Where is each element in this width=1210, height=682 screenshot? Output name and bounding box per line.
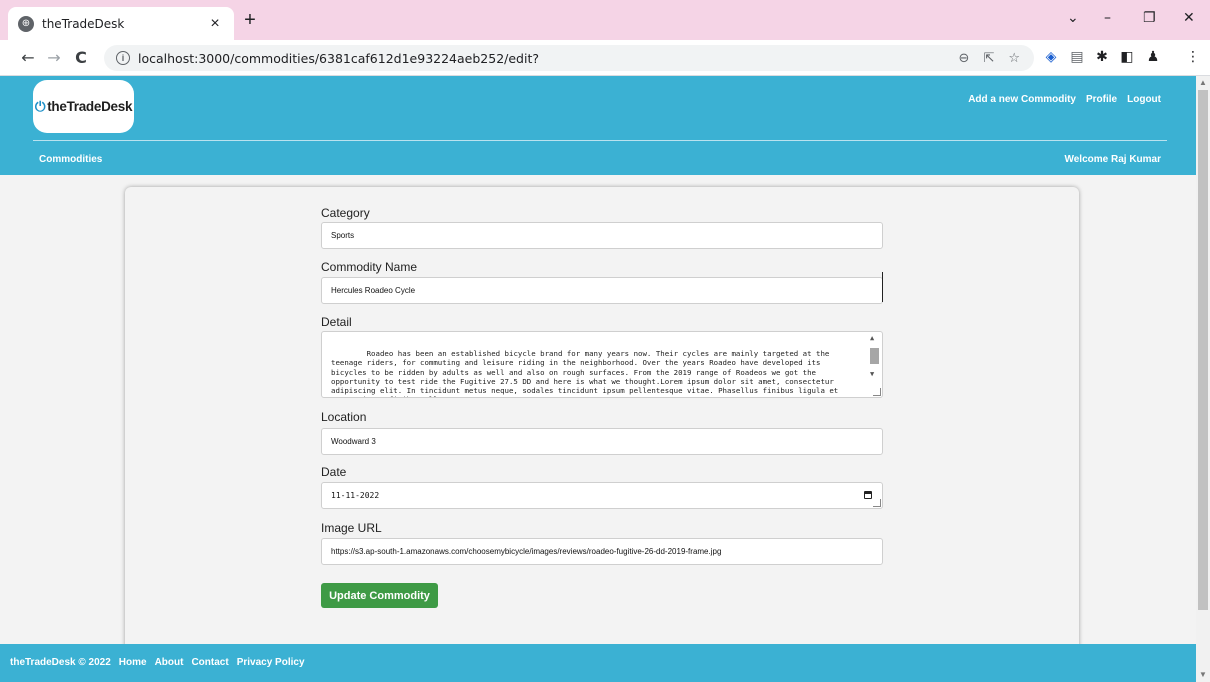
date-value: 11-11-2022 [331,491,380,500]
site-header: ⏻ theTradeDesk Add a new Commodity Profil… [0,76,1196,175]
puzzle-icon[interactable]: ✱ [1093,49,1111,65]
date-label: Date [321,465,347,479]
back-button[interactable]: ← [18,48,38,67]
location-input[interactable]: Woodward 3 [321,428,883,455]
tab-close-icon[interactable]: × [206,15,224,33]
browser-tab[interactable]: ⊕ theTradeDesk × [8,7,234,40]
footer-home-link[interactable]: Home [119,657,147,668]
date-input[interactable]: 11-11-2022 [321,482,883,509]
restore-button[interactable]: ❐ [1143,10,1156,26]
minimize-button[interactable]: – [1104,10,1111,26]
shield-extension-icon[interactable]: ◈ [1042,49,1060,65]
textarea-scrollbar[interactable]: ▲ ▼ [868,334,880,382]
share-icon[interactable]: ⇱ [983,51,994,66]
detail-textarea[interactable]: Roadeo has been an established bicycle b… [321,331,883,398]
footer-copyright: theTradeDesk © 2022 [10,657,111,668]
address-bar[interactable]: i localhost:3000/commodities/6381caf612d… [104,45,1034,71]
detail-text: Roadeo has been an established bicycle b… [331,349,839,397]
profile-link[interactable]: Profile [1086,94,1117,105]
commodity-name-label: Commodity Name [321,260,418,274]
scroll-up-icon[interactable]: ▲ [870,334,874,343]
add-commodity-link[interactable]: Add a new Commodity [968,94,1076,105]
resize-handle-icon[interactable] [873,388,881,396]
reload-button[interactable]: C [71,48,91,67]
commodities-link[interactable]: Commodities [39,154,102,165]
side-panel-icon[interactable]: ◧ [1118,49,1136,65]
page-scrollbar[interactable]: ▲ ▼ [1196,76,1210,682]
menu-kebab-icon[interactable]: ⋮ [1184,49,1202,65]
site-logo[interactable]: ⏻ theTradeDesk [33,80,134,133]
globe-icon: ⊕ [18,15,34,32]
edit-commodity-card: Category Sports Commodity Name Hercules … [125,187,1079,657]
profile-avatar-icon[interactable]: ♟ [1144,49,1162,65]
page-viewport: ⏻ theTradeDesk Add a new Commodity Profil… [0,76,1196,682]
browser-tab-strip: ⊕ theTradeDesk × + ⌄ – ❐ ✕ [0,0,1210,40]
scroll-down-arrow-icon[interactable]: ▼ [1199,670,1207,679]
bookmark-star-icon[interactable]: ☆ [1008,51,1020,66]
browser-toolbar: ← → C i localhost:3000/commodities/6381c… [0,40,1210,76]
extension-icon[interactable]: ▤ [1068,49,1086,65]
location-label: Location [321,410,367,424]
image-url-input[interactable]: https://s3.ap-south-1.amazonaws.com/choo… [321,538,883,565]
textarea-scroll-thumb[interactable] [870,348,879,364]
logo-text: theTradeDesk [47,98,133,114]
footer-privacy-link[interactable]: Privacy Policy [237,657,305,668]
header-nav: Add a new Commodity Profile Logout [968,94,1161,105]
url-text[interactable]: localhost:3000/commodities/6381caf612d1e… [138,51,959,66]
image-url-label: Image URL [321,521,382,535]
scroll-down-icon[interactable]: ▼ [870,370,874,379]
power-icon: ⏻ [34,98,46,114]
scroll-up-arrow-icon[interactable]: ▲ [1199,78,1207,87]
forward-button[interactable]: → [44,48,64,67]
update-commodity-button[interactable]: Update Commodity [321,583,438,608]
tab-title: theTradeDesk [42,16,125,31]
detail-label: Detail [321,315,352,329]
category-input[interactable]: Sports [321,222,883,249]
category-label: Category [321,206,370,220]
logout-link[interactable]: Logout [1127,94,1161,105]
text-cursor [882,272,883,302]
footer-about-link[interactable]: About [155,657,184,668]
page-scroll-thumb[interactable] [1198,90,1208,610]
site-footer: theTradeDesk © 2022 Home About Contact P… [0,644,1196,682]
new-tab-button[interactable]: + [240,9,260,32]
tab-search-icon[interactable]: ⌄ [1067,10,1079,26]
close-window-button[interactable]: ✕ [1183,10,1195,26]
zoom-icon[interactable]: ⊖ [959,51,970,66]
calendar-icon[interactable] [864,491,872,499]
info-icon[interactable]: i [116,51,130,65]
header-divider [33,140,1167,141]
footer-contact-link[interactable]: Contact [191,657,228,668]
welcome-text: Welcome Raj Kumar [1064,154,1161,165]
commodity-name-input[interactable]: Hercules Roadeo Cycle [321,277,883,304]
date-resize-icon [873,499,881,507]
